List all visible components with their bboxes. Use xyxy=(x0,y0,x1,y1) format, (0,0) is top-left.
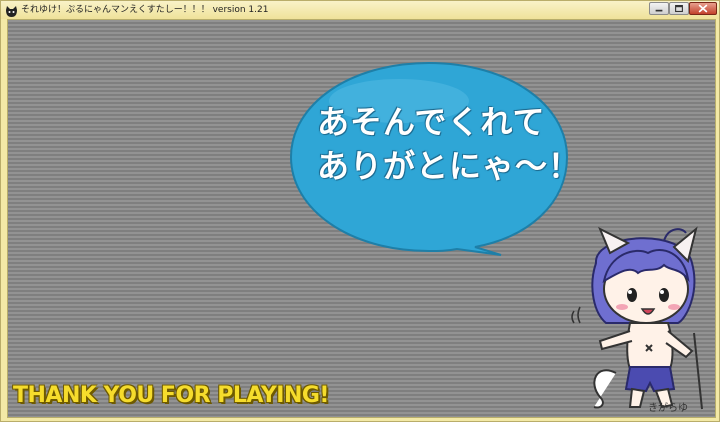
window-title: それゆけ！ぷるにゃんマンえくすたしー！！！ version 1.21 xyxy=(21,5,269,15)
minimize-button[interactable] xyxy=(649,2,669,15)
speech-line-2: ありがとにゃ～！ xyxy=(317,147,582,185)
game-window: それゆけ！ぷるにゃんマンえくすたしー！！！ version 1.21 あそんでく… xyxy=(0,0,720,422)
maximize-button[interactable] xyxy=(669,2,689,15)
close-icon xyxy=(698,4,708,13)
cat-girl-character xyxy=(566,223,716,415)
cat-face-icon[interactable] xyxy=(5,3,18,17)
artist-signature: きがらゆ xyxy=(648,403,688,414)
speech-line-1: あそんでくれて xyxy=(317,103,546,141)
thank-you-banner: THANK YOU FOR PLAYING! xyxy=(13,383,329,408)
minimize-icon xyxy=(655,9,663,12)
close-button[interactable] xyxy=(689,2,717,15)
maximize-icon xyxy=(675,4,683,13)
title-bar[interactable]: それゆけ！ぷるにゃんマンえくすたしー！！！ version 1.21 xyxy=(1,1,719,19)
